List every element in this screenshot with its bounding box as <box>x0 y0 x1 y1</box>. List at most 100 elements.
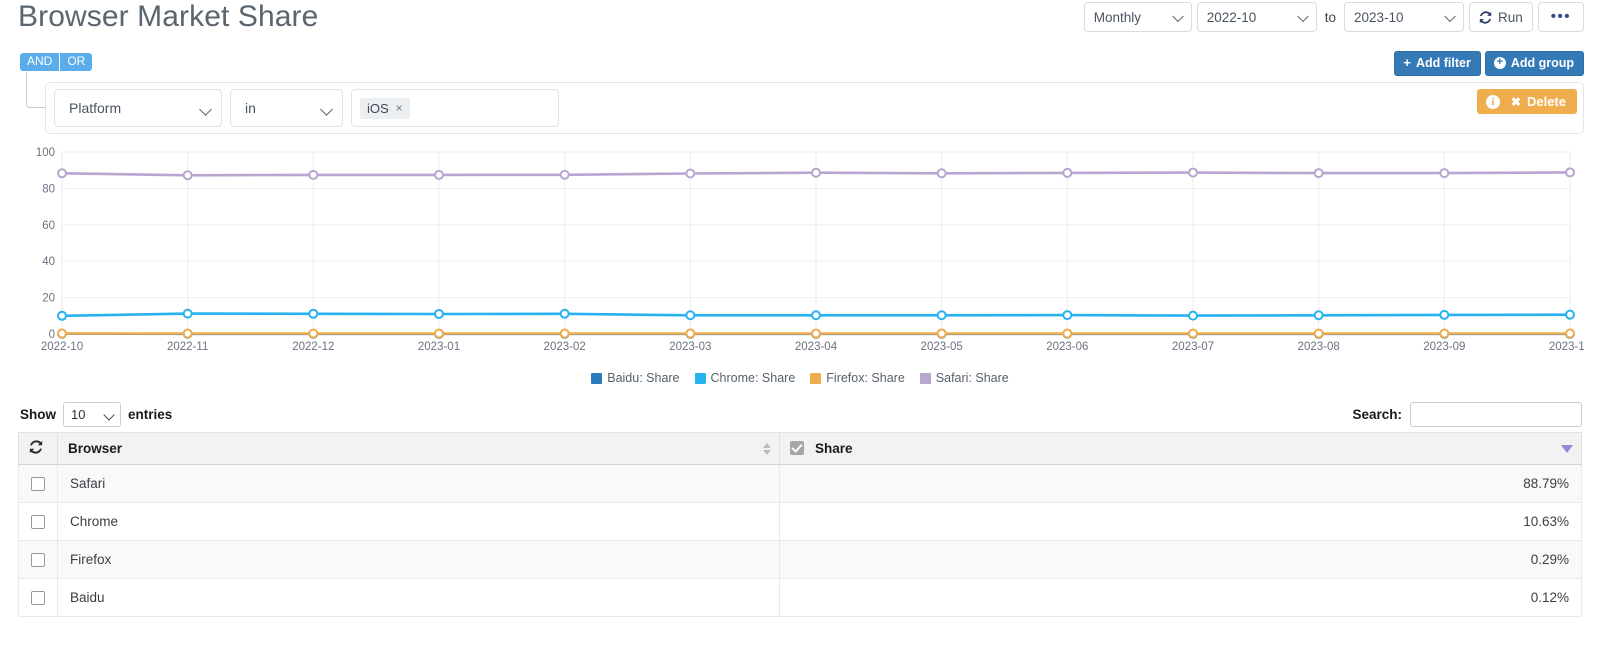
close-icon: ✖ <box>1510 94 1521 109</box>
legend-label: Baidu: Share <box>607 371 680 385</box>
filter-operator-select[interactable]: in <box>230 89 343 127</box>
column-header-browser-label: Browser <box>68 441 123 456</box>
run-button[interactable]: Run <box>1468 2 1533 32</box>
filter-group: Platform in iOS × i ✖ Delete <box>45 82 1584 134</box>
svg-text:2023-08: 2023-08 <box>1298 341 1340 353</box>
market-share-line-chart[interactable]: 0 20 40 60 80 100 2022-10 2022-11 2022-12 2023-01… <box>16 138 1584 366</box>
chart-container: 0 20 40 60 80 100 2022-10 2022-11 2022-12 2023-01… <box>0 138 1600 398</box>
date-from-value: 2022-10 <box>1206 9 1257 25</box>
legend-label: Safari: Share <box>935 371 1009 385</box>
results-table: Browser Share Safari 88.79% Chrome 10.63% Fi… <box>18 432 1582 617</box>
svg-text:2023-04: 2023-04 <box>795 341 838 353</box>
row-checkbox-cell[interactable] <box>18 464 58 503</box>
show-entries-control: Show 10 entries <box>20 402 172 427</box>
legend-swatch <box>591 372 603 384</box>
add-group-label: Add group <box>1510 56 1574 70</box>
svg-text:2022-11: 2022-11 <box>167 341 208 353</box>
ellipsis-icon: ••• <box>1550 8 1571 25</box>
delete-label: Delete <box>1526 94 1566 109</box>
add-group-button[interactable]: + Add group <box>1484 51 1584 76</box>
results-table-container: Browser Share Safari 88.79% Chrome 10.63% Fi… <box>0 432 1600 617</box>
column-header-share-label: Share <box>814 441 853 456</box>
refresh-column-header[interactable] <box>18 432 58 465</box>
row-checkbox[interactable] <box>31 553 45 568</box>
cell-share: 88.79% <box>779 464 1582 503</box>
chevron-down-icon <box>322 105 331 114</box>
svg-text:2023-01: 2023-01 <box>418 341 460 353</box>
filter-value-tag: iOS × <box>360 97 410 119</box>
info-badge[interactable]: i <box>1476 89 1507 114</box>
column-header-browser[interactable]: Browser <box>56 432 781 465</box>
row-checkbox[interactable] <box>31 591 45 606</box>
date-to-value: 2023-10 <box>1353 9 1404 25</box>
table-row[interactable]: Safari 88.79% <box>18 464 1582 503</box>
delete-filter-button[interactable]: i ✖ Delete <box>1476 89 1577 114</box>
and-or-toggle[interactable]: AND OR <box>20 53 93 71</box>
period-select-value: Monthly <box>1093 9 1141 25</box>
search-label: Search: <box>1352 407 1402 422</box>
row-checkbox[interactable] <box>31 477 45 492</box>
row-checkbox[interactable] <box>31 515 45 530</box>
delete-action[interactable]: ✖ Delete <box>1506 89 1577 114</box>
page-header: Browser Market Share Monthly 2022-10 to … <box>0 0 1600 46</box>
show-label: Show <box>20 407 56 422</box>
more-options-button[interactable]: ••• <box>1537 2 1584 32</box>
and-toggle-option[interactable]: AND <box>20 53 60 71</box>
period-select[interactable]: Monthly <box>1083 2 1192 32</box>
table-row[interactable]: Baidu 0.12% <box>18 578 1582 617</box>
filter-group-connector <box>26 72 45 108</box>
add-filter-button[interactable]: + Add filter <box>1394 51 1481 76</box>
close-icon[interactable]: × <box>396 101 403 115</box>
cell-share: 0.29% <box>779 540 1582 579</box>
svg-text:2023-09: 2023-09 <box>1423 341 1465 353</box>
cell-browser: Baidu <box>56 578 781 617</box>
add-filter-label: Add filter <box>1415 56 1471 70</box>
refresh-icon[interactable] <box>29 440 43 457</box>
circle-plus-icon: + <box>1493 57 1506 69</box>
cell-share: 0.12% <box>779 578 1582 617</box>
legend-item[interactable]: Safari: Share <box>919 371 1009 385</box>
entries-per-page-select[interactable]: 10 <box>63 402 121 427</box>
chevron-down-icon <box>1446 13 1455 22</box>
or-toggle-option[interactable]: OR <box>59 53 93 71</box>
filter-action-buttons: + Add filter + Add group <box>1394 51 1584 76</box>
sort-toggle-icon[interactable] <box>763 442 772 455</box>
plus-icon: + <box>1403 55 1411 70</box>
search-control: Search: <box>1352 402 1582 427</box>
filter-field-select[interactable]: Platform <box>54 89 222 127</box>
legend-label: Chrome: Share <box>710 371 796 385</box>
cell-share: 10.63% <box>779 502 1582 541</box>
legend-item[interactable]: Baidu: Share <box>591 371 680 385</box>
select-all-checkbox[interactable] <box>790 441 805 455</box>
column-header-share[interactable]: Share <box>779 432 1582 465</box>
cell-browser: Firefox <box>56 540 781 579</box>
svg-text:80: 80 <box>42 183 55 195</box>
search-input[interactable] <box>1410 402 1582 427</box>
filter-value-input[interactable]: iOS × <box>351 89 559 127</box>
sort-descending-icon[interactable] <box>1561 444 1573 453</box>
cell-browser: Safari <box>56 464 781 503</box>
table-row[interactable]: Firefox 0.29% <box>18 540 1582 579</box>
chevron-down-icon <box>1174 13 1183 22</box>
date-range-to-label: to <box>1324 9 1336 25</box>
row-checkbox-cell[interactable] <box>18 502 58 541</box>
filter-builder: AND OR + Add filter + Add group Platform… <box>0 46 1600 138</box>
row-checkbox-cell[interactable] <box>18 540 58 579</box>
svg-text:2022-10: 2022-10 <box>41 341 83 353</box>
row-checkbox-cell[interactable] <box>18 578 58 617</box>
table-controls: Show 10 entries Search: <box>0 398 1600 432</box>
table-row[interactable]: Chrome 10.63% <box>18 502 1582 541</box>
date-from-select[interactable]: 2022-10 <box>1196 2 1317 32</box>
legend-item[interactable]: Firefox: Share <box>810 371 905 385</box>
filter-row: Platform in iOS × <box>54 89 559 127</box>
svg-text:2023-02: 2023-02 <box>544 341 586 353</box>
date-to-select[interactable]: 2023-10 <box>1343 2 1464 32</box>
legend-item[interactable]: Chrome: Share <box>694 371 796 385</box>
svg-text:2023-03: 2023-03 <box>669 341 711 353</box>
svg-text:2023-06: 2023-06 <box>1046 341 1088 353</box>
legend-swatch <box>919 372 931 384</box>
svg-text:2023-07: 2023-07 <box>1172 341 1214 353</box>
legend-swatch <box>810 372 822 384</box>
svg-text:2022-12: 2022-12 <box>292 341 334 353</box>
filter-field-value: Platform <box>69 100 122 116</box>
